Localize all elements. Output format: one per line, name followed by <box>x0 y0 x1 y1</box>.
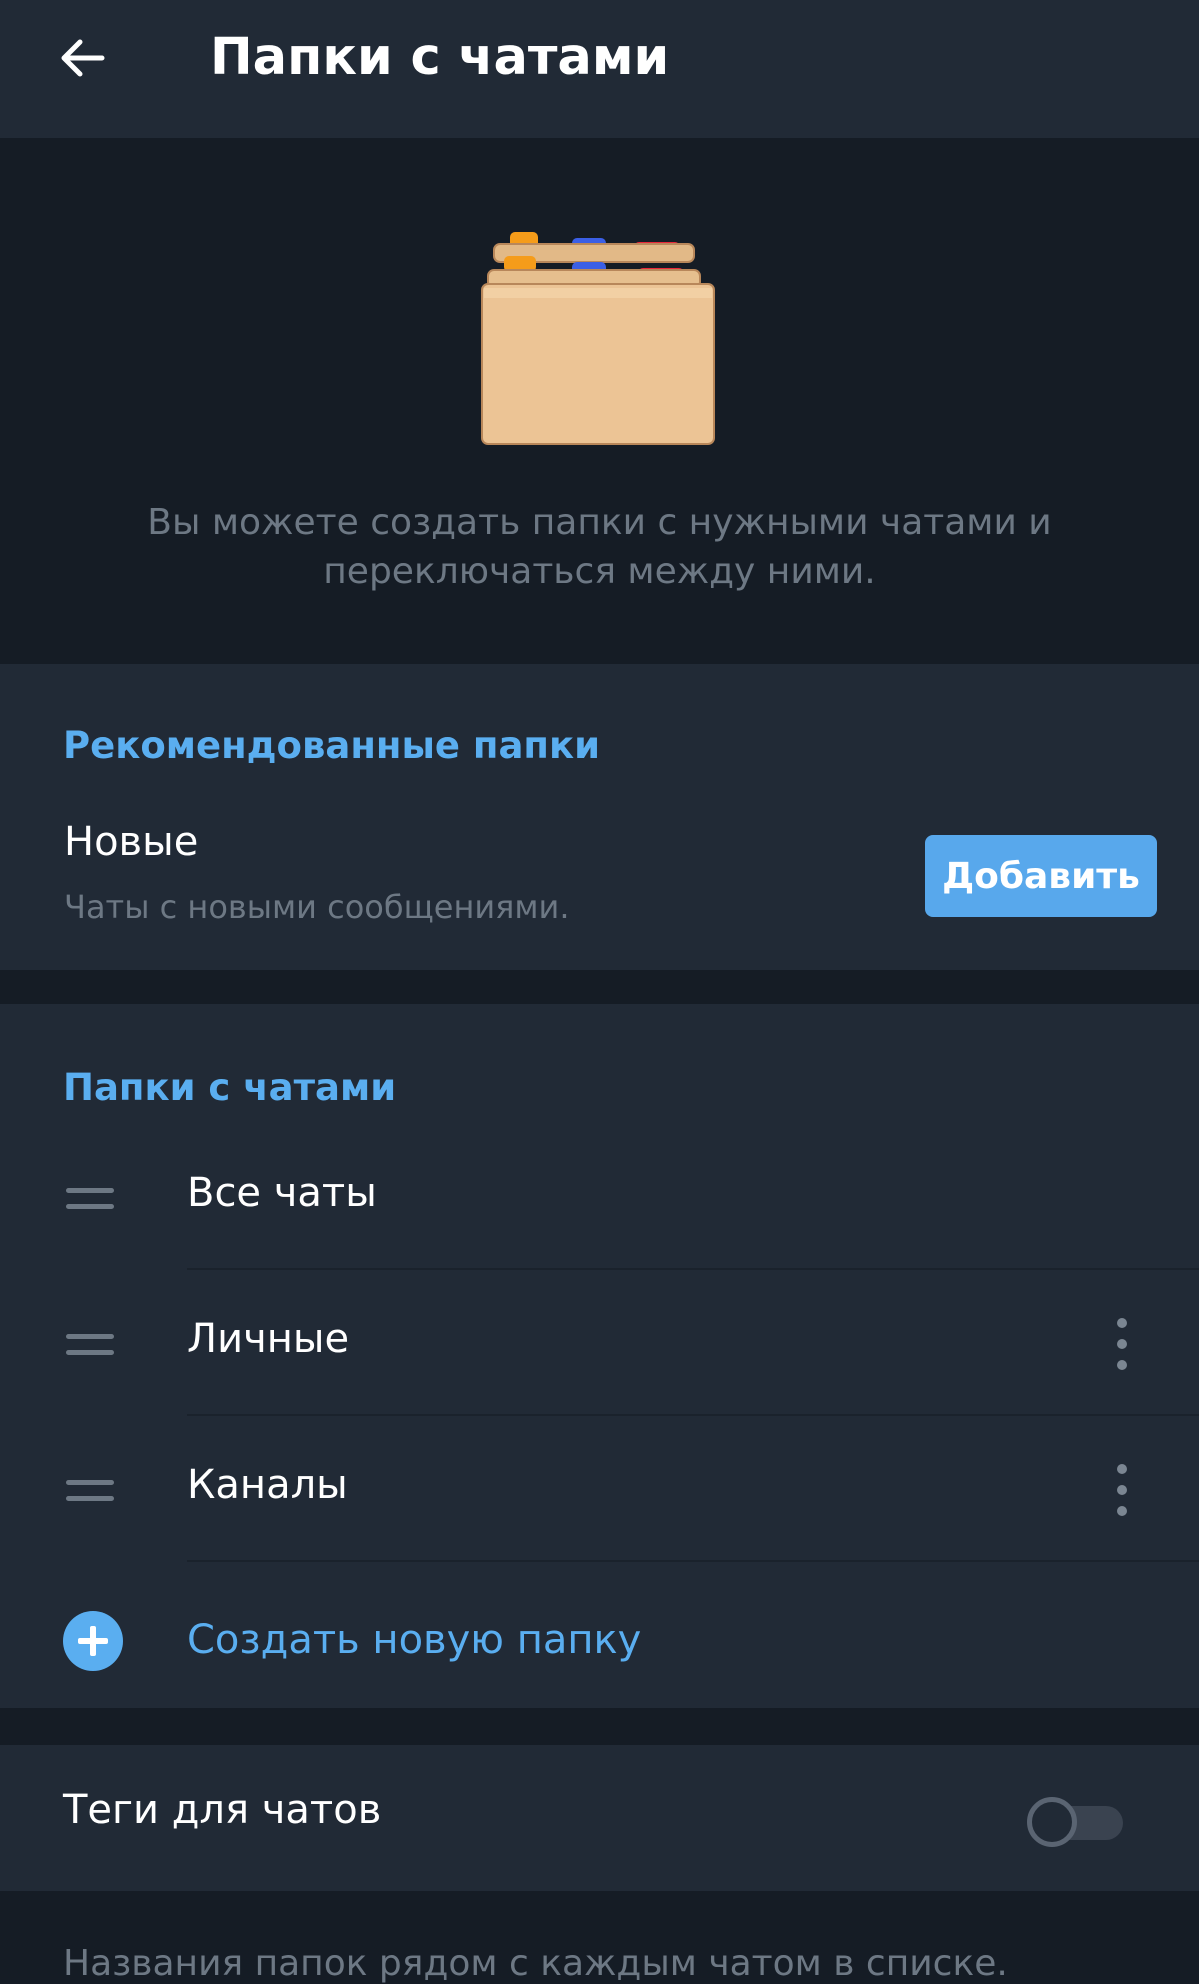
recommended-folder-subtitle: Чаты с новыми сообщениями. <box>64 888 570 926</box>
section-header-recommended: Рекомендованные папки <box>63 724 601 767</box>
folder-label: Все чаты <box>187 1170 377 1216</box>
more-vertical-icon[interactable] <box>1100 1316 1144 1372</box>
recommended-folder-title: Новые <box>64 819 199 865</box>
folders-icon <box>481 232 715 445</box>
create-new-folder-button[interactable]: Создать новую папку <box>0 1579 1199 1699</box>
folders-settings-screen: Папки с чатами Вы можете создать папки с… <box>0 0 1199 1984</box>
create-folder-label: Создать новую папку <box>187 1617 642 1663</box>
more-vertical-icon[interactable] <box>1100 1462 1144 1518</box>
recommended-folders-section: Рекомендованные папки Новые Чаты с новым… <box>0 664 1199 970</box>
drag-handle-icon[interactable] <box>66 1184 114 1212</box>
toggle-knob <box>1027 1797 1077 1847</box>
page-title: Папки с чатами <box>210 28 670 87</box>
folder-label: Каналы <box>187 1462 348 1508</box>
folder-label: Личные <box>187 1316 350 1362</box>
folder-row-personal[interactable]: Личные <box>0 1270 1199 1416</box>
top-app-bar: Папки с чатами <box>0 0 1199 138</box>
chat-folders-section: Папки с чатами Все чаты Личные Каналы Со… <box>0 1004 1199 1708</box>
chat-tags-description: Названия папок рядом с каждым чатом в сп… <box>63 1943 1008 1984</box>
folder-row-all-chats[interactable]: Все чаты <box>0 1124 1199 1270</box>
drag-handle-icon[interactable] <box>66 1330 114 1358</box>
section-header-folders: Папки с чатами <box>63 1066 397 1109</box>
back-button[interactable] <box>44 20 120 96</box>
chat-tags-section: Теги для чатов <box>0 1745 1199 1891</box>
hero-section: Вы можете создать папки с нужными чатами… <box>0 138 1199 664</box>
plus-circle-icon <box>63 1611 123 1671</box>
divider <box>187 1560 1199 1562</box>
hero-description: Вы можете создать папки с нужными чатами… <box>147 502 1052 592</box>
folder-row-channels[interactable]: Каналы <box>0 1416 1199 1562</box>
add-recommended-folder-button[interactable]: Добавить <box>925 835 1157 917</box>
drag-handle-icon[interactable] <box>66 1476 114 1504</box>
chat-tags-label: Теги для чатов <box>63 1787 382 1833</box>
chat-tags-toggle[interactable] <box>1025 1795 1125 1849</box>
arrow-left-icon <box>61 39 105 77</box>
